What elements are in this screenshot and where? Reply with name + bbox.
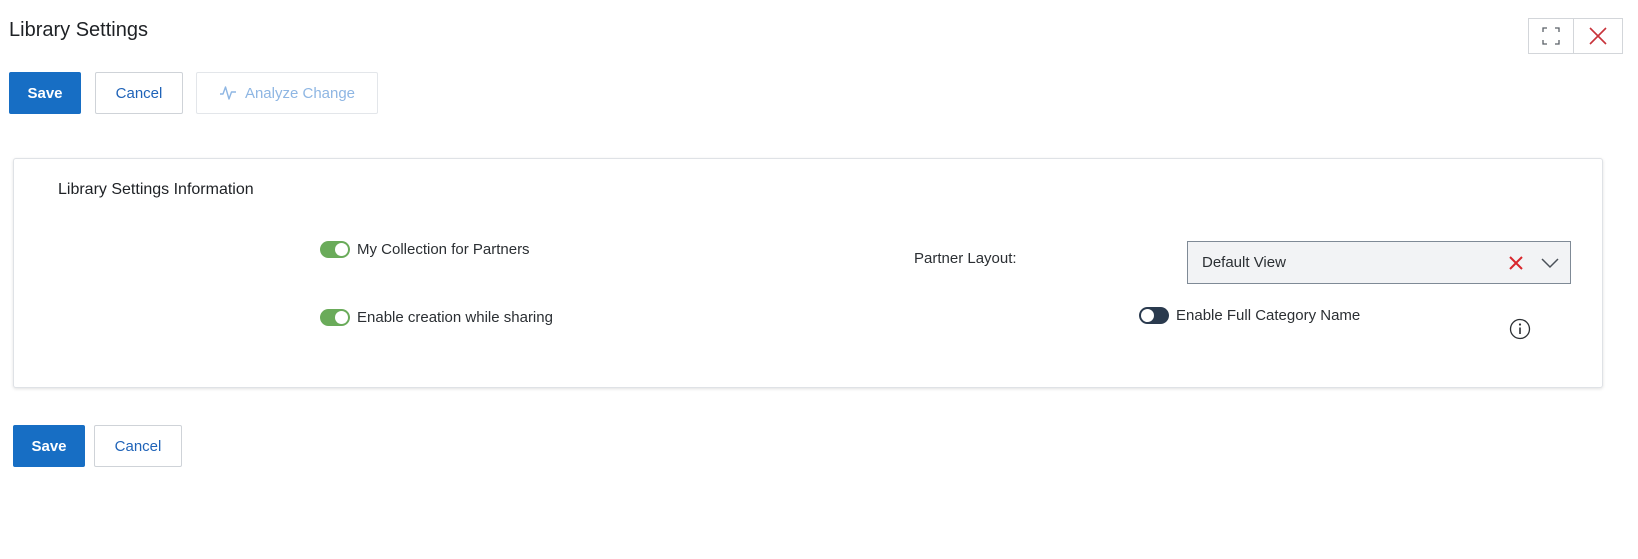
- close-button[interactable]: [1573, 18, 1623, 54]
- my-collection-toggle-row: My Collection for Partners: [320, 241, 530, 258]
- toggle-knob: [335, 243, 348, 256]
- enable-creation-label: Enable creation while sharing: [357, 309, 553, 326]
- clear-selection-icon[interactable]: [1506, 253, 1526, 273]
- footer-cancel-button[interactable]: Cancel: [94, 425, 182, 467]
- top-toolbar: Save Cancel Analyze Change: [9, 72, 378, 114]
- full-category-label: Enable Full Category Name: [1176, 307, 1361, 324]
- my-collection-toggle[interactable]: [320, 241, 350, 258]
- analyze-change-label: Analyze Change: [244, 84, 356, 102]
- partner-layout-select[interactable]: Default View: [1187, 241, 1571, 284]
- close-icon: [1589, 27, 1607, 45]
- page-title: Library Settings: [9, 19, 148, 41]
- activity-pulse-icon: [219, 86, 236, 100]
- expand-button[interactable]: [1528, 18, 1574, 54]
- full-category-toggle-row: Enable Full Category Name: [1139, 307, 1360, 324]
- enable-creation-toggle[interactable]: [320, 309, 350, 326]
- analyze-change-button[interactable]: Analyze Change: [196, 72, 378, 114]
- expand-icon: [1542, 27, 1560, 45]
- footer-save-button[interactable]: Save: [13, 425, 85, 467]
- my-collection-label: My Collection for Partners: [357, 241, 530, 258]
- toggle-knob: [335, 311, 348, 324]
- window-controls: [1528, 18, 1623, 54]
- chevron-down-icon[interactable]: [1540, 253, 1560, 273]
- save-button[interactable]: Save: [9, 72, 81, 114]
- bottom-toolbar: Save Cancel: [13, 425, 182, 467]
- cancel-button[interactable]: Cancel: [95, 72, 183, 114]
- full-category-toggle[interactable]: [1139, 307, 1169, 324]
- partner-layout-value: Default View: [1202, 254, 1286, 271]
- toggle-knob: [1141, 309, 1154, 322]
- partner-layout-label: Partner Layout:: [914, 250, 1017, 267]
- library-settings-card: Library Settings Information My Collecti…: [13, 158, 1603, 388]
- enable-creation-toggle-row: Enable creation while sharing: [320, 309, 553, 326]
- info-icon[interactable]: [1509, 318, 1531, 340]
- card-title: Library Settings Information: [58, 181, 254, 198]
